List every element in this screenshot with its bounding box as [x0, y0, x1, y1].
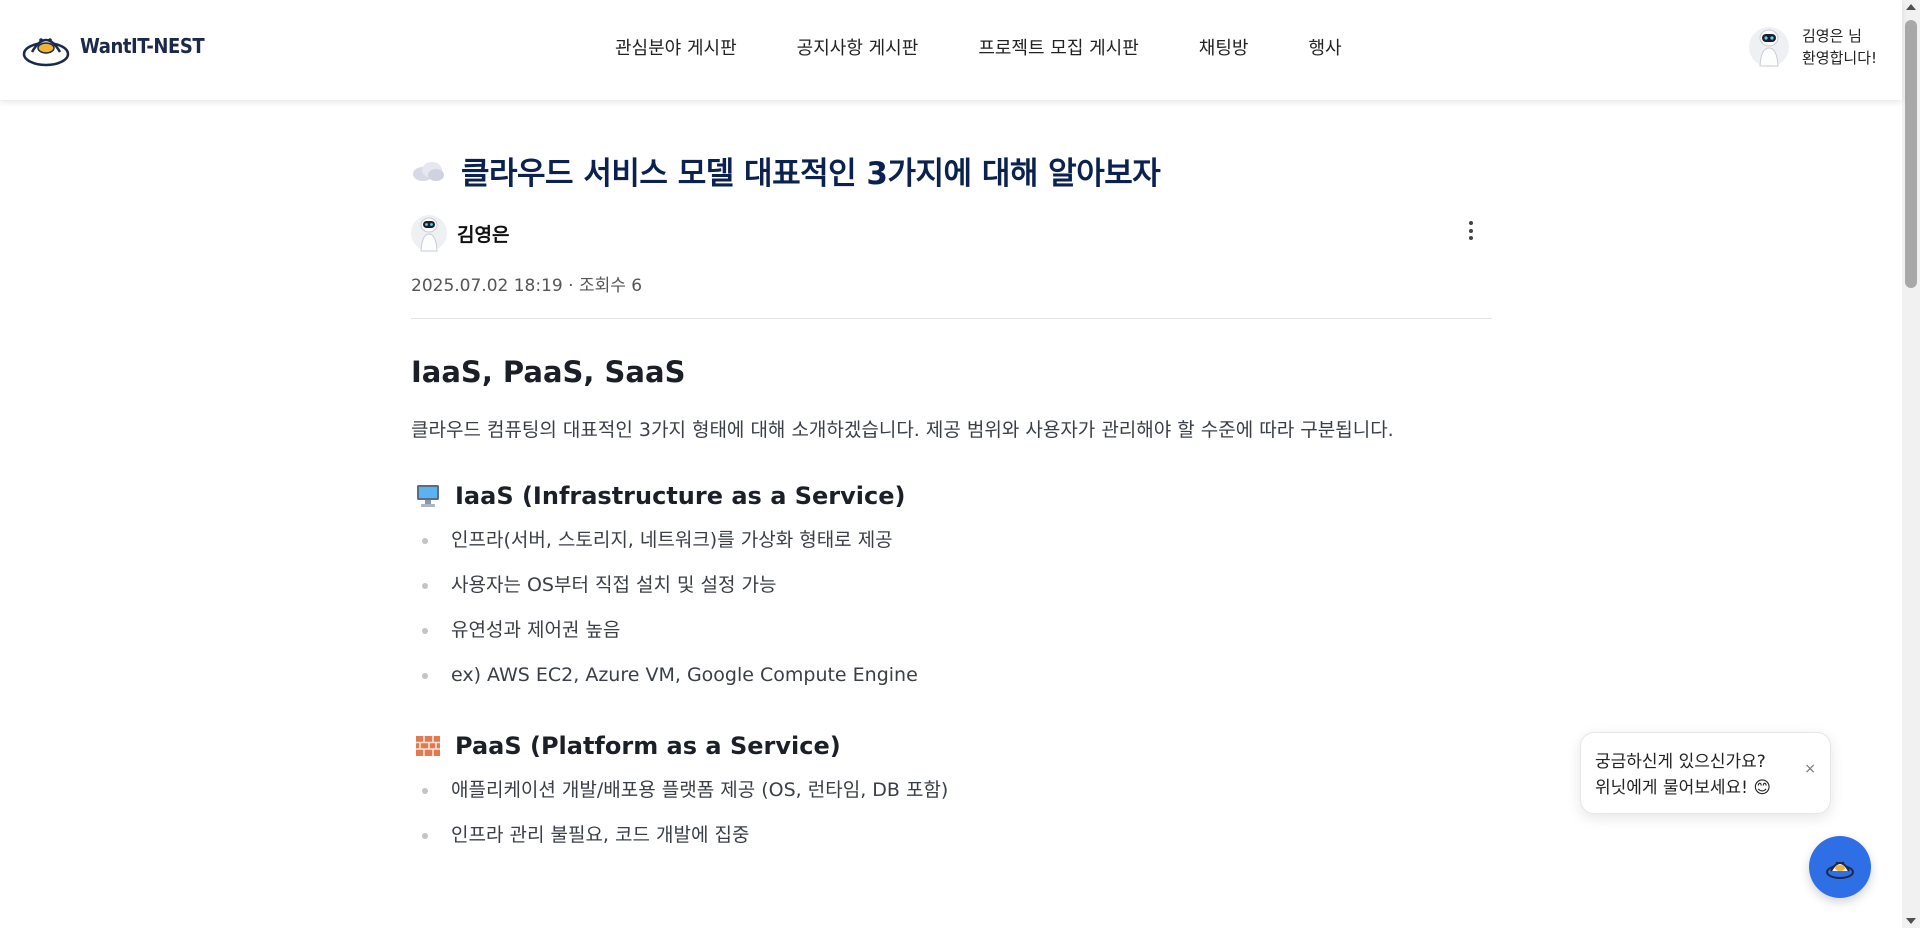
user-greeting: 김영은 님 환영합니다!	[1802, 25, 1877, 69]
post-title: 클라우드 서비스 모델 대표적인 3가지에 대해 알아보자	[461, 156, 1161, 192]
more-options-icon[interactable]	[1461, 221, 1481, 245]
list-item: 인프라(서버, 스토리지, 네트워크)를 가상화 형태로 제공	[411, 518, 1492, 563]
welcome-text: 환영합니다!	[1802, 49, 1878, 67]
computer-icon	[417, 485, 439, 507]
nav-interest-board[interactable]: 관심분야 게시판	[615, 34, 737, 60]
iaas-list: 인프라(서버, 스토리지, 네트워크)를 가상화 형태로 제공 사용자는 OS부…	[411, 518, 1492, 698]
brick-icon	[416, 736, 440, 756]
author-avatar[interactable]	[411, 213, 447, 253]
user-avatar	[1749, 27, 1789, 67]
nav-project-board[interactable]: 프로젝트 모집 게시판	[978, 34, 1138, 60]
section-title-paas: PaaS (Platform as a Service)	[455, 732, 841, 760]
list-item: 사용자는 OS부터 직접 설치 및 설정 가능	[411, 563, 1492, 608]
chatbot-button[interactable]	[1809, 836, 1871, 898]
scroll-up-arrow-icon[interactable]	[1906, 4, 1916, 10]
author-name[interactable]: 김영은	[457, 220, 509, 247]
nav-chat[interactable]: 채팅방	[1199, 34, 1249, 60]
author-row: 김영은	[411, 213, 1492, 253]
logo[interactable]: WantIT-NEST	[22, 24, 218, 68]
list-item: 인프라 관리 불필요, 코드 개발에 집중	[411, 813, 1492, 858]
chatbot-tooltip-text: 궁금하신게 있으신가요? 위닛에게 물어보세요! 😊	[1595, 749, 1771, 801]
list-item: 유연성과 제어권 높음	[411, 608, 1492, 653]
nest-logo-icon	[22, 38, 70, 67]
post-date: 2025.07.02 18:19	[411, 276, 563, 296]
section-heading-iaas: IaaS (Infrastructure as a Service)	[411, 482, 1492, 510]
nav-events[interactable]: 행사	[1308, 34, 1341, 60]
content-heading: IaaS, PaaS, SaaS	[411, 355, 686, 389]
chatbot-line-2: 위닛에게 물어보세요! 😊	[1595, 778, 1772, 798]
cloud-icon	[413, 161, 444, 181]
intro-paragraph: 클라우드 컴퓨팅의 대표적인 3가지 형태에 대해 소개하겠습니다. 제공 범위…	[411, 419, 1394, 441]
post-meta: 2025.07.02 18:19 · 조회수 6	[411, 271, 1492, 296]
logo-text: WantIT-NEST	[80, 34, 205, 58]
list-item: ex) AWS EC2, Azure VM, Google Compute En…	[411, 653, 1492, 698]
top-header: WantIT-NEST 관심분야 게시판 공지사항 게시판 프로젝트 모집 게시…	[0, 0, 1902, 100]
nav-notice-board[interactable]: 공지사항 게시판	[797, 34, 919, 60]
chatbot-line-1: 궁금하신게 있으신가요?	[1595, 752, 1766, 772]
scroll-down-arrow-icon[interactable]	[1906, 918, 1916, 924]
main-nav: 관심분야 게시판 공지사항 게시판 프로젝트 모집 게시판 채팅방 행사	[615, 34, 1402, 60]
list-item: 애플리케이션 개발/배포용 플랫폼 제공 (OS, 런타임, DB 포함)	[411, 768, 1492, 813]
user-menu[interactable]: 김영은 님 환영합니다!	[1748, 24, 1877, 70]
paas-list: 애플리케이션 개발/배포용 플랫폼 제공 (OS, 런타임, DB 포함) 인프…	[411, 768, 1492, 858]
post-title-row: 클라우드 서비스 모델 대표적인 3가지에 대해 알아보자	[411, 148, 1492, 193]
chatbot-mascot-icon	[1826, 861, 1854, 879]
divider	[411, 318, 1492, 319]
section-title-iaas: IaaS (Infrastructure as a Service)	[455, 482, 906, 510]
user-name: 김영은 님	[1802, 27, 1862, 45]
chatbot-tooltip: 궁금하신게 있으신가요? 위닛에게 물어보세요! 😊 ×	[1580, 732, 1831, 814]
view-count: · 조회수 6	[568, 276, 643, 296]
close-icon[interactable]: ×	[1804, 761, 1816, 777]
section-heading-paas: PaaS (Platform as a Service)	[411, 732, 1492, 760]
post-article: 클라우드 서비스 모델 대표적인 3가지에 대해 알아보자 김영은 2025.0…	[411, 148, 1492, 858]
page-scrollbar[interactable]	[1902, 0, 1920, 928]
scroll-thumb[interactable]	[1905, 20, 1917, 288]
